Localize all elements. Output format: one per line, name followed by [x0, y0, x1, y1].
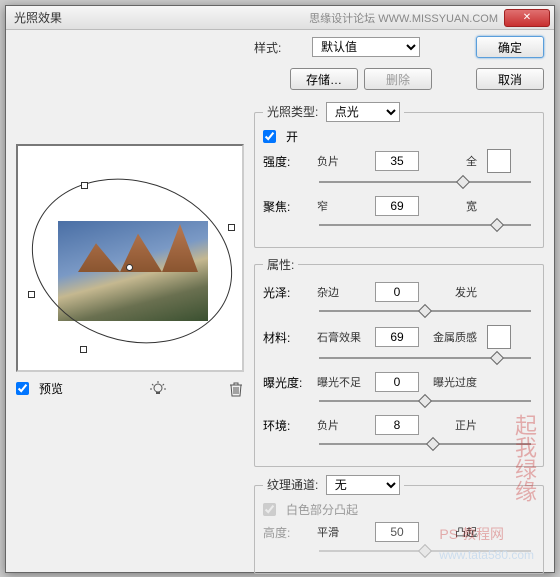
preview-canvas[interactable]	[16, 144, 244, 372]
save-button[interactable]: 存储…	[290, 68, 358, 90]
bulb-icon[interactable]	[150, 381, 166, 397]
light-type-group: 光照类型: 点光 开 强度: 负片 全 聚焦: 窄	[254, 102, 544, 248]
focus-right: 宽	[425, 198, 477, 214]
white-high-checkbox	[263, 503, 276, 516]
window-subtitle: 思缘设计论坛 WWW.MISSYUAN.COM	[309, 10, 498, 26]
height-label: 高度:	[263, 524, 311, 541]
material-label: 材料:	[263, 329, 311, 346]
focus-slider[interactable]	[319, 217, 531, 233]
ellipse-handle[interactable]	[81, 182, 88, 189]
save-delete-row: 存储… 删除 取消	[254, 68, 544, 90]
gloss-slider[interactable]	[319, 303, 531, 319]
ellipse-handle[interactable]	[28, 291, 35, 298]
intensity-slider[interactable]	[319, 174, 531, 190]
titlebar[interactable]: 光照效果 思缘设计论坛 WWW.MISSYUAN.COM ✕	[6, 6, 554, 30]
ellipse-handle[interactable]	[80, 346, 87, 353]
left-column: 预览	[16, 36, 244, 562]
preview-checkbox[interactable]	[16, 382, 29, 395]
content-area: 预览 样式: 默认值 确定 存储… 删除	[6, 30, 554, 572]
light-ellipse[interactable]	[16, 153, 244, 368]
light-center-handle[interactable]	[126, 264, 133, 271]
trash-icon[interactable]	[228, 381, 244, 397]
properties-group: 属性: 光泽: 杂边 发光 材料: 石膏效果 金属质感	[254, 256, 544, 467]
ambience-label: 环境:	[263, 417, 311, 434]
preview-label: 预览	[39, 380, 63, 397]
intensity-label: 强度:	[263, 153, 311, 170]
preview-controls-row: 预览	[16, 380, 244, 397]
dialog-window: 光照效果 思缘设计论坛 WWW.MISSYUAN.COM ✕ 预览	[5, 5, 555, 573]
light-color-swatch[interactable]	[487, 149, 511, 173]
ok-button[interactable]: 确定	[476, 36, 544, 58]
focus-left: 窄	[317, 198, 369, 214]
texture-select[interactable]: 无	[326, 475, 400, 495]
intensity-value[interactable]	[375, 151, 419, 171]
intensity-right: 全	[425, 153, 477, 169]
texture-legend: 纹理通道: 无	[263, 475, 404, 495]
right-column: 样式: 默认值 确定 存储… 删除 取消 光照类型: 点光 开	[254, 36, 544, 562]
ambient-color-swatch[interactable]	[487, 325, 511, 349]
light-on-label: 开	[286, 128, 298, 145]
texture-group: 纹理通道: 无 白色部分凸起 高度: 平滑 凸起	[254, 475, 544, 574]
intensity-left: 负片	[317, 153, 369, 169]
focus-label: 聚焦:	[263, 198, 311, 215]
properties-legend: 属性:	[263, 256, 298, 273]
focus-row: 聚焦: 窄 宽	[263, 196, 535, 216]
style-select[interactable]: 默认值	[312, 37, 420, 57]
ambience-value[interactable]	[375, 415, 419, 435]
gloss-value[interactable]	[375, 282, 419, 302]
exposure-label: 曝光度:	[263, 374, 311, 391]
white-high-label: 白色部分凸起	[286, 501, 358, 518]
light-type-select[interactable]: 点光	[326, 102, 400, 122]
exposure-slider[interactable]	[319, 393, 531, 409]
gloss-label: 光泽:	[263, 284, 311, 301]
delete-button: 删除	[364, 68, 432, 90]
ellipse-handle[interactable]	[228, 224, 235, 231]
light-type-legend: 光照类型: 点光	[263, 102, 404, 122]
focus-value[interactable]	[375, 196, 419, 216]
material-value[interactable]	[375, 327, 419, 347]
height-value	[375, 522, 419, 542]
style-label: 样式:	[254, 39, 306, 56]
ambience-slider[interactable]	[319, 436, 531, 452]
height-slider	[319, 543, 531, 559]
intensity-row: 强度: 负片 全	[263, 149, 535, 173]
material-slider[interactable]	[319, 350, 531, 366]
style-row: 样式: 默认值 确定	[254, 36, 544, 58]
light-on-checkbox[interactable]	[263, 130, 276, 143]
cancel-button[interactable]: 取消	[476, 68, 544, 90]
window-title: 光照效果	[14, 9, 309, 26]
close-button[interactable]: ✕	[504, 9, 550, 27]
exposure-value[interactable]	[375, 372, 419, 392]
